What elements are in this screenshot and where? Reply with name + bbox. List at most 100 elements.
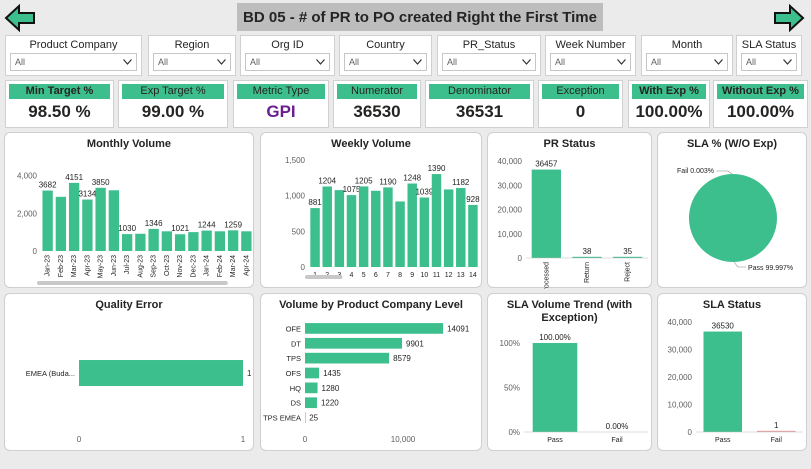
kpi-card-min-target: Min Target % 98.50 %: [5, 80, 114, 128]
y-category-label: TPS EMEA: [263, 414, 301, 423]
filter-value: All: [250, 57, 261, 67]
data-label: 36530: [712, 322, 735, 331]
weekly-volume-chart: 05001,0001,50088111204231075412055611907…: [285, 156, 480, 279]
data-label: 8579: [393, 354, 411, 363]
filter-dropdown[interactable]: All: [10, 53, 137, 71]
filter-sla-status: SLA Status All: [736, 35, 802, 76]
data-label: 1220: [321, 399, 339, 408]
bar: [82, 199, 93, 251]
y-category-label: HQ: [290, 384, 301, 393]
data-label: 1204: [318, 176, 336, 185]
filter-dropdown[interactable]: All: [442, 53, 536, 71]
chevron-down-icon: [714, 59, 723, 65]
leader-line: [716, 170, 733, 175]
filter-label: Region: [174, 39, 210, 51]
y-tick-label: 20,000: [498, 206, 523, 215]
bar: [305, 397, 317, 409]
pie-label-pass: Pass 99.997%: [748, 265, 793, 272]
filter-country: Country All: [339, 35, 432, 76]
y-tick-label: 0: [518, 254, 523, 263]
leader-line: [733, 261, 746, 268]
x-tick-label: Pass: [547, 437, 563, 444]
bar: [419, 197, 430, 267]
x-tick-label: Reject: [625, 262, 632, 282]
x-tick-label: 11: [433, 272, 440, 279]
bar: [358, 186, 369, 267]
bar: [383, 187, 393, 267]
bar: [468, 204, 478, 267]
chevron-down-icon: [123, 59, 132, 65]
quality-error-panel: Quality Error EMEA (Buda... 1 0 1: [4, 293, 254, 451]
data-label: 3682: [39, 181, 57, 190]
data-label: 1390: [428, 164, 446, 173]
filter-week-number: Week Number All: [545, 35, 636, 76]
y-tick-label: 1,500: [285, 156, 306, 165]
page-title: BD 05 - # of PR to PO created Right the …: [243, 8, 597, 26]
sla-status-panel: SLA Status 0 10,000 20,000 30,000 40,000 3653…: [657, 293, 807, 451]
filter-dropdown[interactable]: All: [245, 53, 330, 71]
y-tick-label: 100%: [500, 339, 520, 348]
kpi-card-without-exp: Without Exp % 100.00%: [713, 80, 808, 128]
y-category-label: OFS: [286, 369, 301, 378]
bar: [371, 190, 381, 267]
filter-dropdown[interactable]: All: [646, 53, 728, 71]
x-tick-label: 5: [362, 272, 366, 279]
bar: [135, 233, 146, 251]
horizontal-scrollbar: [305, 275, 343, 279]
bar: [188, 232, 199, 251]
x-tick-label: Fail: [611, 437, 623, 444]
x-tick-label: Feb-24: [217, 255, 224, 277]
x-tick-label: Pass: [715, 437, 731, 444]
data-label: 3134: [78, 190, 96, 199]
data-label: 14091: [447, 324, 470, 333]
data-label: 1190: [379, 177, 397, 186]
kpi-value: 36531: [455, 102, 504, 121]
bar: [395, 201, 405, 267]
bar: [42, 190, 53, 251]
data-label: 1021: [171, 224, 189, 233]
filter-org-id: Org ID All: [240, 35, 335, 76]
x-tick-label: Jun-23: [111, 255, 118, 277]
x-tick-label: Jan-24: [204, 255, 211, 277]
y-tick-label: 2,000: [17, 209, 38, 218]
bar: [443, 189, 454, 267]
forward-button[interactable]: [773, 3, 805, 33]
x-tick-label: 10: [420, 272, 428, 279]
arrow-right-icon: [774, 3, 805, 33]
bar: [305, 382, 318, 394]
kpi-label: With Exp %: [632, 84, 706, 99]
bar: [305, 412, 306, 423]
x-tick-label: 10,000: [391, 435, 416, 444]
kpi-card-exception: Exception 0: [538, 80, 623, 128]
x-tick-label: Aug-23: [137, 255, 144, 278]
bar: [531, 169, 561, 258]
chevron-down-icon: [522, 59, 531, 65]
bar: [161, 231, 173, 251]
y-category-label: DT: [291, 339, 301, 348]
y-tick-label: 10,000: [498, 230, 523, 239]
sla-pie-chart: Fail 0.003% Pass 99.997%: [677, 168, 793, 272]
kpi-label: Without Exp %: [717, 84, 804, 99]
filter-dropdown[interactable]: All: [153, 53, 231, 71]
filter-label: Month: [671, 39, 703, 51]
data-label: 1280: [322, 384, 340, 393]
filter-dropdown[interactable]: All: [344, 53, 427, 71]
data-label: 1030: [118, 224, 136, 233]
bar: [346, 195, 357, 267]
kpi-label: Exception: [542, 84, 619, 99]
bar: [305, 323, 444, 334]
x-tick-label: 0: [303, 435, 308, 444]
filter-dropdown[interactable]: All: [550, 53, 631, 71]
bar: [95, 187, 106, 251]
y-category-label: TPS: [286, 354, 301, 363]
filter-value: All: [447, 57, 458, 67]
bar: [121, 234, 133, 251]
x-tick-label: Return: [584, 262, 591, 283]
filter-dropdown[interactable]: All: [741, 53, 797, 71]
sla-pie-panel: SLA % (W/O Exp) Fail 0.003% Pass 99.997%: [657, 132, 807, 288]
y-tick-label: 0: [33, 247, 38, 256]
filter-label: Product Company: [29, 39, 118, 51]
filter-value: All: [158, 57, 169, 67]
back-button[interactable]: [4, 3, 36, 33]
data-label: 1: [774, 421, 779, 430]
